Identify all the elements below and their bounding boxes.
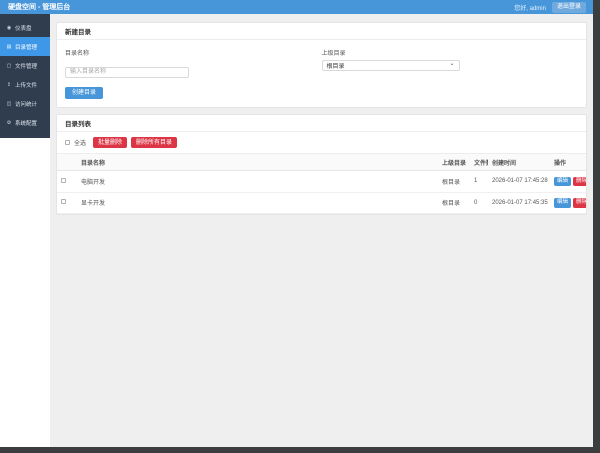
- row-actions: 编辑 删除: [554, 198, 582, 208]
- user-greeting: 您好, admin: [514, 3, 546, 12]
- cell-file-count: 0: [470, 192, 488, 214]
- delete-button[interactable]: 删除: [573, 198, 586, 208]
- cell-created-at: 2026-01-07 17:45:28: [488, 171, 550, 193]
- sidebar-item-label: 访问统计: [15, 100, 37, 108]
- table-row: 显卡开发 根目录 0 2026-01-07 17:45:35 编辑 删除: [57, 192, 586, 214]
- select-all-label: 全选: [74, 138, 86, 147]
- logout-button[interactable]: 退出登录: [552, 2, 586, 13]
- cell-directory-name: 电脑开发: [77, 171, 438, 193]
- sidebar-item-system-config[interactable]: ⚙ 系统配置: [0, 113, 50, 132]
- header-directory-name: 目录名称: [77, 154, 438, 171]
- edit-button[interactable]: 编辑: [554, 198, 571, 208]
- app-title: 硬盘空间 - 管理后台: [8, 2, 70, 12]
- main-content: 新建目录 目录名称 上级目录 根目录 ⌄: [50, 14, 593, 447]
- dashboard-icon: ◉: [6, 25, 12, 31]
- sidebar: ◉ 仪表盘 ▤ 目录管理 ▢ 文件管理 ↥ 上传文件 ◫ 访问统计: [0, 14, 50, 447]
- header-checkbox-cell: [57, 154, 77, 171]
- cell-file-count: 1: [470, 171, 488, 193]
- table-header-row: 目录名称 上级目录 文件数 创建时间 操作: [57, 154, 586, 171]
- parent-directory-select[interactable]: 根目录 ⌄: [322, 60, 460, 71]
- list-card-title: 目录列表: [57, 115, 586, 132]
- sidebar-item-directory-management[interactable]: ▤ 目录管理: [0, 37, 50, 56]
- delete-button[interactable]: 删除: [573, 177, 586, 187]
- batch-delete-button[interactable]: 批量删除: [93, 137, 127, 148]
- delete-all-directories-button[interactable]: 删除所有目录: [131, 137, 177, 148]
- header-created-at: 创建时间: [488, 154, 550, 171]
- sidebar-item-dashboard[interactable]: ◉ 仪表盘: [0, 18, 50, 37]
- directory-name-field: 目录名称: [65, 48, 322, 78]
- create-directory-card: 新建目录 目录名称 上级目录 根目录 ⌄: [56, 22, 587, 108]
- gear-icon: ⚙: [6, 120, 12, 126]
- row-checkbox[interactable]: [61, 178, 66, 183]
- row-actions: 编辑 删除: [554, 177, 582, 187]
- create-directory-button[interactable]: 创建目录: [65, 87, 103, 99]
- file-icon: ▢: [6, 63, 12, 69]
- header-file-count: 文件数: [470, 154, 488, 171]
- sidebar-item-file-management[interactable]: ▢ 文件管理: [0, 56, 50, 75]
- sidebar-item-label: 文件管理: [15, 62, 37, 70]
- parent-directory-label: 上级目录: [322, 48, 579, 57]
- sidebar-item-label: 上传文件: [15, 81, 37, 89]
- sidebar-item-label: 仪表盘: [15, 24, 32, 32]
- sidebar-item-label: 系统配置: [15, 119, 37, 127]
- chart-icon: ◫: [6, 101, 12, 107]
- row-checkbox[interactable]: [61, 199, 66, 204]
- sidebar-item-upload-files[interactable]: ↥ 上传文件: [0, 75, 50, 94]
- directory-list-card: 目录列表 全选 批量删除 删除所有目录 目录名称 上级目录 文件数 创建时: [56, 114, 587, 215]
- folder-icon: ▤: [6, 44, 12, 50]
- layout: ◉ 仪表盘 ▤ 目录管理 ▢ 文件管理 ↥ 上传文件 ◫ 访问统计: [0, 14, 593, 447]
- parent-directory-field: 上级目录 根目录 ⌄: [322, 48, 579, 78]
- directory-name-label: 目录名称: [65, 48, 322, 57]
- edit-button[interactable]: 编辑: [554, 177, 571, 187]
- sidebar-item-access-statistics[interactable]: ◫ 访问统计: [0, 94, 50, 113]
- app-window: 硬盘空间 - 管理后台 您好, admin 退出登录 ◉ 仪表盘 ▤ 目录管理 …: [0, 0, 593, 447]
- cell-parent-directory: 根目录: [438, 171, 470, 193]
- cell-created-at: 2026-01-07 17:45:35: [488, 192, 550, 214]
- create-card-body: 目录名称 上级目录 根目录 ⌄ 创建目录: [57, 40, 586, 107]
- select-value: 根目录: [327, 61, 345, 70]
- header-actions: 操作: [550, 154, 586, 171]
- list-toolbar: 全选 批量删除 删除所有目录: [57, 132, 586, 153]
- directory-name-input[interactable]: [65, 67, 189, 78]
- create-form-row: 目录名称 上级目录 根目录 ⌄: [65, 48, 578, 78]
- sidebar-item-label: 目录管理: [15, 43, 37, 51]
- sidebar-menu: ◉ 仪表盘 ▤ 目录管理 ▢ 文件管理 ↥ 上传文件 ◫ 访问统计: [0, 14, 50, 138]
- top-navbar: 硬盘空间 - 管理后台 您好, admin 退出登录: [0, 0, 593, 14]
- cell-parent-directory: 根目录: [438, 192, 470, 214]
- upload-icon: ↥: [6, 82, 12, 88]
- table-row: 电脑开发 根目录 1 2026-01-07 17:45:28 编辑 删除: [57, 171, 586, 193]
- create-card-title: 新建目录: [57, 23, 586, 40]
- header-parent-directory: 上级目录: [438, 154, 470, 171]
- select-all-checkbox[interactable]: [65, 140, 70, 145]
- chevron-down-icon: ⌄: [449, 62, 454, 66]
- navbar-right: 您好, admin 退出登录: [514, 2, 586, 13]
- cell-directory-name: 显卡开发: [77, 192, 438, 214]
- directory-table: 目录名称 上级目录 文件数 创建时间 操作 电脑开发 根目录 1: [57, 153, 586, 214]
